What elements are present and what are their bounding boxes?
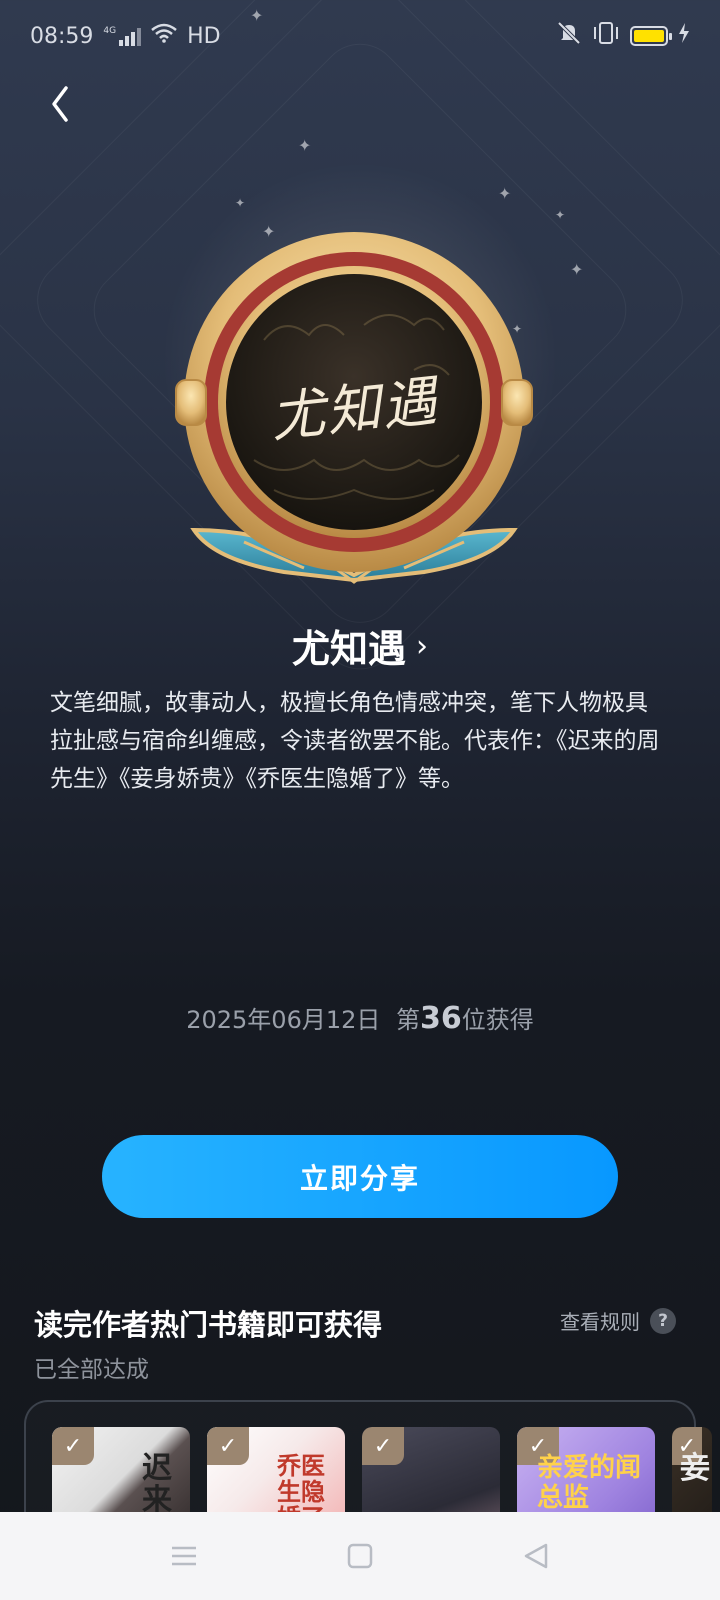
view-rules-link[interactable]: 查看规则 ? [560, 1306, 676, 1335]
charging-icon [678, 23, 690, 49]
network-type-label: 4G [103, 26, 117, 36]
rank-prefix: 第 [396, 1006, 421, 1034]
rank-number: 36 [420, 1001, 462, 1036]
book-cover-title: 亲爱的闻总监 [537, 1453, 642, 1513]
menu-icon[interactable] [164, 1536, 204, 1576]
author-name-link[interactable]: 尤知遇 › [0, 618, 720, 673]
check-icon: ✓ [207, 1427, 249, 1465]
achievement-info: 2025年06月12日 第36位获得 [0, 1000, 720, 1036]
signal-icon: 4G [103, 26, 142, 46]
achievement-date: 2025年06月12日 [186, 1006, 381, 1034]
home-icon[interactable] [340, 1536, 380, 1576]
battery-icon [630, 26, 672, 46]
chevron-right-icon: › [416, 629, 428, 664]
section-title: 读完作者热门书籍即可获得 [34, 1308, 383, 1342]
check-icon: ✓ [52, 1427, 94, 1465]
author-badge: 尤知遇 [174, 230, 534, 590]
wifi-icon [151, 23, 177, 49]
chevron-left-icon [52, 86, 68, 122]
status-right [556, 21, 690, 51]
rank-suffix: 位获得 [461, 1006, 534, 1034]
back-triangle-icon[interactable] [516, 1536, 556, 1576]
check-icon: ✓ [362, 1427, 404, 1465]
rules-label: 查看规则 [560, 1310, 640, 1334]
status-left: 08:59 4G HD [30, 23, 221, 49]
book-cover-title: 妾 [680, 1451, 710, 1486]
help-icon: ? [650, 1307, 676, 1334]
status-time: 08:59 [30, 23, 94, 49]
back-button[interactable] [38, 82, 82, 126]
vibrate-icon [592, 21, 620, 51]
share-button[interactable]: 立即分享 [102, 1135, 618, 1218]
system-nav-bar [0, 1512, 720, 1600]
author-name: 尤知遇 [291, 627, 406, 671]
author-description: 文笔细腻，故事动人，极擅长角色情感冲突，笔下人物极具拉扯感与宿命纠缠感，令读者欲… [50, 690, 660, 792]
mute-icon [556, 21, 582, 51]
section-status: 已全部达成 [34, 1357, 149, 1383]
